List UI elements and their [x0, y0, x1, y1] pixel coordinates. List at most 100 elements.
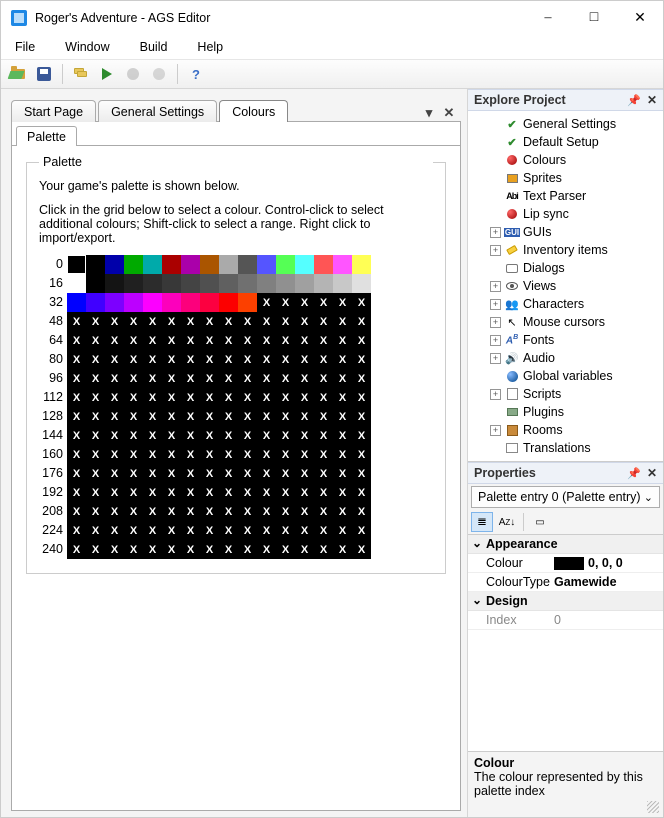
- palette-cell[interactable]: X: [124, 331, 143, 350]
- palette-cell[interactable]: X: [200, 369, 219, 388]
- expand-icon[interactable]: +: [490, 389, 501, 400]
- palette-cell[interactable]: X: [238, 426, 257, 445]
- palette-cell[interactable]: X: [181, 350, 200, 369]
- palette-cell[interactable]: [333, 274, 352, 293]
- palette-cell[interactable]: X: [295, 293, 314, 312]
- palette-cell[interactable]: X: [200, 540, 219, 559]
- palette-cell[interactable]: X: [295, 312, 314, 331]
- palette-cell[interactable]: X: [124, 350, 143, 369]
- palette-cell[interactable]: X: [86, 369, 105, 388]
- tree-item[interactable]: +Rooms: [472, 421, 659, 439]
- palette-cell[interactable]: X: [333, 369, 352, 388]
- palette-cell[interactable]: X: [257, 464, 276, 483]
- palette-cell[interactable]: X: [67, 464, 86, 483]
- pin-icon[interactable]: 📌: [627, 94, 641, 107]
- palette-cell[interactable]: X: [276, 312, 295, 331]
- palette-cell[interactable]: X: [124, 445, 143, 464]
- panel-close-icon[interactable]: ✕: [647, 466, 657, 480]
- palette-cell[interactable]: X: [314, 426, 333, 445]
- palette-cell[interactable]: [238, 255, 257, 274]
- palette-cell[interactable]: X: [352, 483, 371, 502]
- palette-cell[interactable]: X: [124, 312, 143, 331]
- palette-cell[interactable]: X: [86, 312, 105, 331]
- palette-cell[interactable]: X: [143, 464, 162, 483]
- palette-cell[interactable]: X: [276, 407, 295, 426]
- palette-cell[interactable]: X: [86, 502, 105, 521]
- expand-icon[interactable]: +: [490, 317, 501, 328]
- palette-cell[interactable]: [181, 255, 200, 274]
- palette-cell[interactable]: X: [67, 312, 86, 331]
- palette-cell[interactable]: X: [162, 312, 181, 331]
- palette-cell[interactable]: X: [86, 521, 105, 540]
- palette-cell[interactable]: [124, 274, 143, 293]
- palette-cell[interactable]: X: [333, 426, 352, 445]
- palette-cell[interactable]: X: [143, 407, 162, 426]
- palette-cell[interactable]: X: [162, 521, 181, 540]
- palette-cell[interactable]: X: [352, 331, 371, 350]
- palette-cell[interactable]: X: [200, 350, 219, 369]
- palette-cell[interactable]: X: [333, 483, 352, 502]
- tree-item[interactable]: Sprites: [472, 169, 659, 187]
- run-icon[interactable]: [96, 63, 118, 85]
- palette-cell[interactable]: X: [162, 445, 181, 464]
- palette-cell[interactable]: [162, 293, 181, 312]
- tree-item[interactable]: Translations: [472, 439, 659, 457]
- palette-cell[interactable]: [181, 274, 200, 293]
- palette-cell[interactable]: X: [257, 483, 276, 502]
- project-tree[interactable]: ✔General Settings ✔Default Setup Colours…: [468, 111, 663, 461]
- palette-cell[interactable]: X: [314, 312, 333, 331]
- palette-cell[interactable]: [295, 274, 314, 293]
- palette-cell[interactable]: X: [276, 293, 295, 312]
- palette-cell[interactable]: X: [200, 331, 219, 350]
- palette-cell[interactable]: X: [352, 293, 371, 312]
- palette-cell[interactable]: X: [219, 369, 238, 388]
- palette-cell[interactable]: X: [181, 369, 200, 388]
- palette-cell[interactable]: X: [276, 502, 295, 521]
- palette-cell[interactable]: X: [200, 502, 219, 521]
- palette-cell[interactable]: [67, 293, 86, 312]
- palette-cell[interactable]: X: [352, 369, 371, 388]
- expand-icon[interactable]: +: [490, 299, 501, 310]
- palette-cell[interactable]: X: [333, 350, 352, 369]
- help-icon[interactable]: ?: [185, 63, 207, 85]
- palette-cell[interactable]: X: [105, 540, 124, 559]
- palette-cell[interactable]: X: [86, 483, 105, 502]
- palette-cell[interactable]: X: [124, 464, 143, 483]
- palette-cell[interactable]: X: [67, 483, 86, 502]
- palette-cell[interactable]: X: [238, 388, 257, 407]
- palette-cell[interactable]: X: [86, 350, 105, 369]
- palette-cell[interactable]: X: [295, 464, 314, 483]
- palette-cell[interactable]: X: [181, 540, 200, 559]
- palette-cell[interactable]: X: [314, 445, 333, 464]
- palette-cell[interactable]: X: [162, 502, 181, 521]
- palette-cell[interactable]: [219, 255, 238, 274]
- palette-cell[interactable]: X: [257, 445, 276, 464]
- palette-cell[interactable]: X: [181, 331, 200, 350]
- palette-cell[interactable]: X: [67, 331, 86, 350]
- palette-cell[interactable]: X: [143, 521, 162, 540]
- tree-item[interactable]: +Views: [472, 277, 659, 295]
- palette-cell[interactable]: X: [333, 293, 352, 312]
- palette-cell[interactable]: X: [181, 407, 200, 426]
- palette-cell[interactable]: X: [333, 464, 352, 483]
- palette-cell[interactable]: X: [314, 464, 333, 483]
- palette-cell[interactable]: X: [352, 426, 371, 445]
- prop-pages-icon[interactable]: ▭: [529, 512, 551, 532]
- palette-cell[interactable]: X: [86, 388, 105, 407]
- palette-cell[interactable]: X: [295, 426, 314, 445]
- prop-categorized-icon[interactable]: 𝌆: [471, 512, 493, 532]
- palette-cell[interactable]: X: [219, 540, 238, 559]
- prop-row-colour[interactable]: Colour 0, 0, 0: [468, 554, 663, 573]
- palette-cell[interactable]: X: [219, 483, 238, 502]
- tree-item[interactable]: ✔General Settings: [472, 115, 659, 133]
- palette-cell[interactable]: X: [333, 331, 352, 350]
- palette-cell[interactable]: X: [295, 445, 314, 464]
- palette-cell[interactable]: X: [105, 426, 124, 445]
- palette-cell[interactable]: X: [333, 388, 352, 407]
- palette-cell[interactable]: X: [105, 331, 124, 350]
- palette-cell[interactable]: X: [105, 312, 124, 331]
- palette-cell[interactable]: X: [162, 540, 181, 559]
- build-icon[interactable]: [70, 63, 92, 85]
- palette-cell[interactable]: X: [143, 445, 162, 464]
- palette-cell[interactable]: [352, 274, 371, 293]
